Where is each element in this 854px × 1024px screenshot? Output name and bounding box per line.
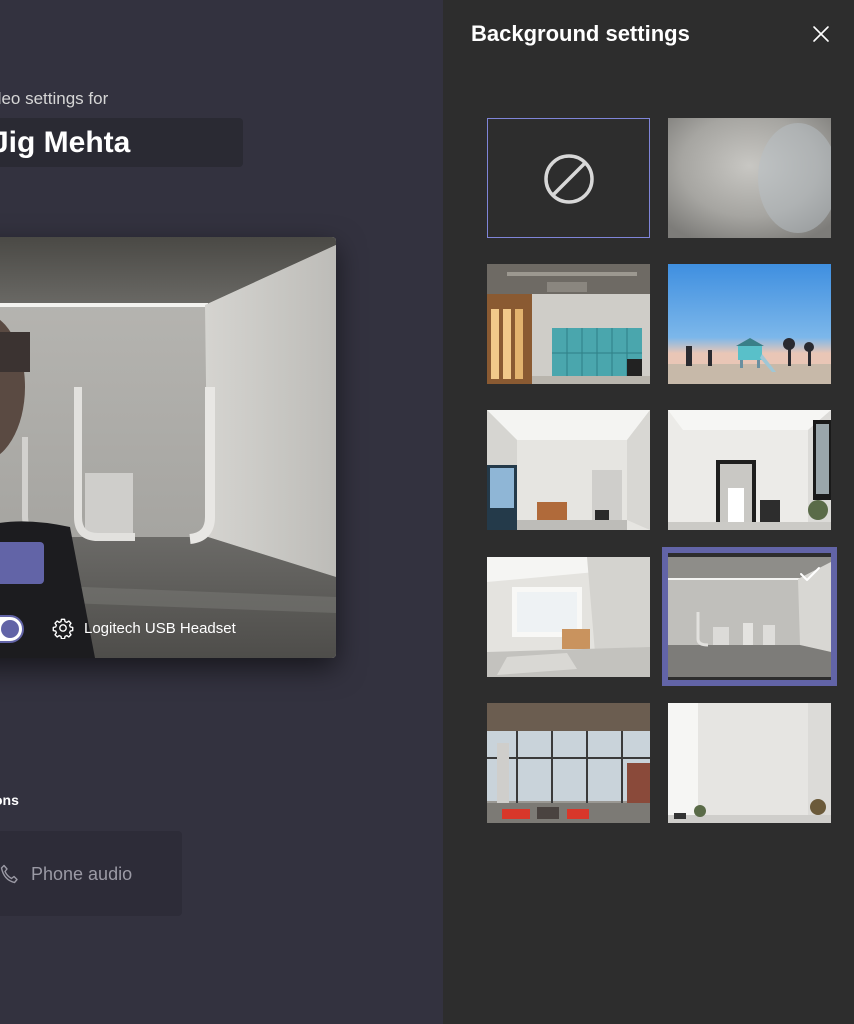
video-preview-image [0,237,336,658]
join-button[interactable] [0,542,44,584]
close-icon[interactable] [811,24,831,44]
meeting-name: Jig Mehta [0,126,131,159]
gear-icon [52,618,74,639]
video-settings-pane: deo settings for Jig Mehta Logitech USB … [0,0,443,1024]
background-tile-bright-loft[interactable] [487,557,650,677]
audio-options-label: ons [0,792,19,808]
phone-audio-label: Phone audio [31,864,133,884]
device-name: Logitech USB Headset [84,619,236,637]
no-background-icon [544,154,594,204]
background-tile-beach-lifeguard[interactable] [668,264,831,384]
video-settings-subtitle: deo settings for [0,89,109,108]
background-tile-white-room-plants[interactable] [668,703,831,823]
toggle-knob [1,620,19,638]
video-preview [0,237,336,658]
background-tile-loft-windows[interactable] [487,410,650,530]
background-tile-blur[interactable] [668,118,831,238]
background-tile-mirror-room[interactable] [668,410,831,530]
industrial-lounge-thumbnail [487,703,650,823]
background-settings-panel: Background settings [443,0,854,1024]
bright-loft-thumbnail [487,557,650,677]
background-tile-industrial-lounge[interactable] [487,703,650,823]
panel-title: Background settings [471,21,690,46]
checkmark-icon [800,567,820,581]
beach-lifeguard-thumbnail [668,264,831,384]
loft-windows-thumbnail [487,410,650,530]
background-tile-office-lockers[interactable] [487,264,650,384]
white-room-plants-thumbnail [668,703,831,823]
blur-thumbnail [668,118,831,238]
mirror-room-thumbnail [668,410,831,530]
device-settings-button[interactable]: Logitech USB Headset [52,617,236,639]
office-lockers-thumbnail [487,264,650,384]
background-tile-none[interactable] [487,118,650,238]
phone-icon [0,864,18,884]
